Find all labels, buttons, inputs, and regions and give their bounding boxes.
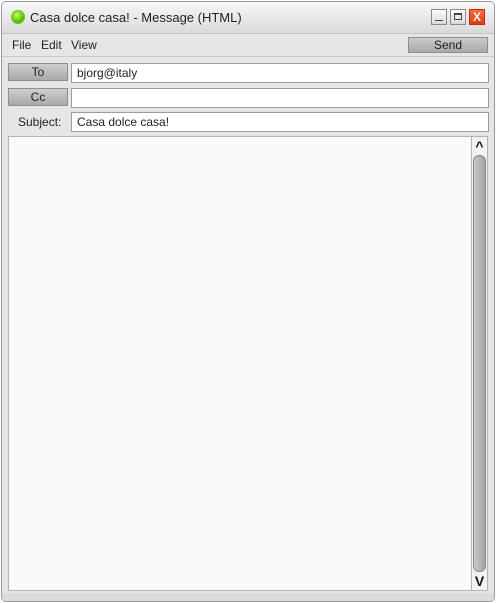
maximize-button[interactable] (450, 9, 466, 25)
scroll-down-icon[interactable]: V (473, 574, 486, 588)
window-title: Casa dolce casa! - Message (HTML) (30, 10, 242, 25)
subject-label: Subject: (18, 115, 62, 129)
menu-edit[interactable]: Edit (41, 38, 62, 52)
subject-field[interactable] (71, 112, 489, 132)
title-bar[interactable]: Casa dolce casa! - Message (HTML) X (2, 2, 494, 34)
close-icon: X (472, 10, 481, 24)
message-window: Casa dolce casa! - Message (HTML) X File… (1, 1, 495, 602)
menu-file[interactable]: File (12, 38, 31, 52)
send-button[interactable]: Send (408, 37, 488, 53)
scroll-up-icon[interactable]: ^ (473, 139, 486, 153)
window-bottom-edge (2, 593, 494, 601)
app-status-icon (12, 11, 24, 23)
scroll-thumb[interactable] (473, 155, 486, 572)
cc-button[interactable]: Cc (8, 88, 68, 106)
to-field[interactable] (71, 63, 489, 83)
close-button[interactable]: X (469, 9, 485, 25)
menu-bar: File Edit View Send (2, 34, 494, 57)
vertical-scrollbar[interactable]: ^ V (471, 136, 488, 591)
to-button[interactable]: To (8, 63, 68, 81)
maximize-icon (454, 13, 462, 20)
minimize-button[interactable] (431, 9, 447, 25)
minimize-icon (435, 20, 443, 21)
menu-view[interactable]: View (71, 38, 97, 52)
cc-field[interactable] (71, 88, 489, 108)
message-body[interactable] (8, 136, 472, 591)
